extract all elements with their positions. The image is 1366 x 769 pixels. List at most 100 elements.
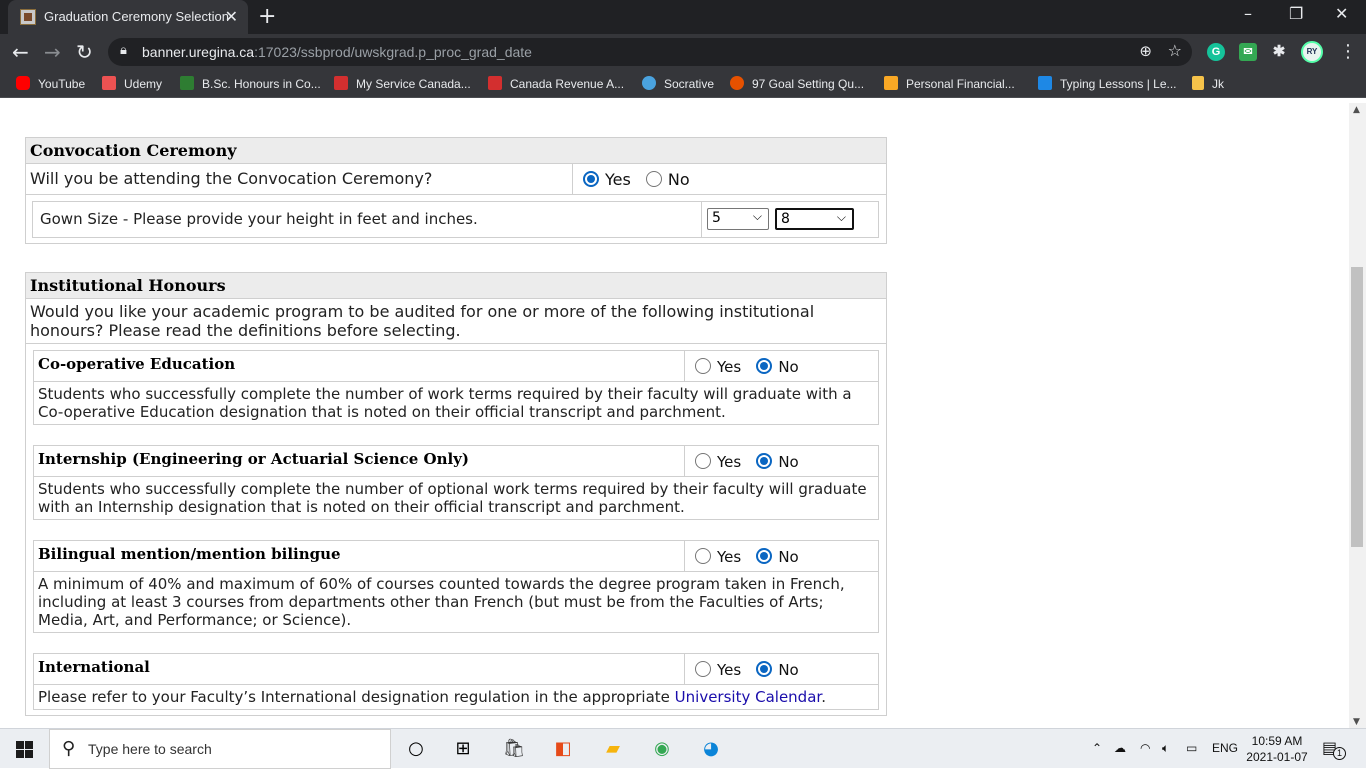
taskbar-search-box[interactable]: ⚲ Type here to search xyxy=(49,729,391,769)
file-explorer-icon[interactable]: ▰ xyxy=(601,737,625,761)
honour-bilingual-title: Bilingual mention/mention bilingue xyxy=(38,545,341,563)
edge-icon[interactable]: ◕ xyxy=(699,737,723,761)
bilingual-yes-label: Yes xyxy=(717,548,742,566)
store-icon[interactable]: 🛍︎ xyxy=(502,737,526,761)
bilingual-yes-radio[interactable] xyxy=(695,548,711,564)
system-clock[interactable]: 10:59 AM 2021-01-07 xyxy=(1244,733,1310,765)
mail-extension-icon[interactable]: ✉ xyxy=(1239,43,1257,61)
university-calendar-link[interactable]: University Calendar xyxy=(675,688,822,706)
search-icon: ⚲ xyxy=(62,738,76,759)
notification-center-icon[interactable]: ▤ 1 xyxy=(1322,738,1346,760)
gown-size-label: Gown Size - Please provide your height i… xyxy=(40,210,478,228)
wifi-icon[interactable]: ◠ xyxy=(1140,741,1150,755)
maple-leaf-icon xyxy=(334,76,348,90)
scroll-up-icon[interactable]: ▲ xyxy=(1353,105,1360,115)
office-icon[interactable]: ◧ xyxy=(551,737,575,761)
coop-no-radio[interactable] xyxy=(756,358,773,374)
reload-icon[interactable]: ↻ xyxy=(76,40,93,64)
bookmark-canada-revenue[interactable]: Canada Revenue A... xyxy=(488,76,624,91)
chrome-icon[interactable]: ◉ xyxy=(650,737,674,761)
language-indicator[interactable]: ENG xyxy=(1212,741,1238,755)
international-yes-label: Yes xyxy=(717,661,742,679)
back-arrow-icon[interactable]: ← xyxy=(12,40,29,64)
address-bar[interactable]: 🔒︎ banner.uregina.ca:17023/ssbprod/uwskg… xyxy=(108,38,1192,66)
honour-internship: Internship (Engineering or Actuarial Sci… xyxy=(33,445,879,520)
page-content: Convocation Ceremony Will you be attendi… xyxy=(0,103,1349,729)
attend-no-radio[interactable] xyxy=(645,171,662,187)
minimize-button[interactable]: – xyxy=(1244,4,1252,23)
attend-yes-radio[interactable] xyxy=(583,171,599,187)
grammarly-extension-icon[interactable]: G xyxy=(1207,43,1225,61)
lock-icon: 🔒︎ xyxy=(120,43,127,58)
attendance-row: Will you be attending the Convocation Ce… xyxy=(26,164,886,195)
new-tab-button[interactable]: + xyxy=(258,4,276,29)
bookmark-star-icon[interactable]: ☆ xyxy=(1168,41,1182,60)
close-window-button[interactable]: ✕ xyxy=(1335,4,1348,23)
windows-start-icon[interactable] xyxy=(16,741,33,758)
battery-icon[interactable]: ▭ xyxy=(1186,741,1197,755)
bookmarks-bar: YouTube Udemy B.Sc. Honours in Co... My … xyxy=(0,70,1366,98)
bookmark-my-service-canada[interactable]: My Service Canada... xyxy=(334,76,471,91)
internship-yes-label: Yes xyxy=(717,453,742,471)
honour-bilingual-description: A minimum of 40% and maximum of 60% of c… xyxy=(38,575,845,629)
bookmark-youtube[interactable]: YouTube xyxy=(16,76,85,91)
windows-taskbar: ⚲ Type here to search ○ ⊞ 🛍︎ ◧ ▰ ◉ ◕ ⌃ ☁… xyxy=(0,728,1366,769)
attend-yes-label: Yes xyxy=(605,170,631,189)
bilingual-no-radio[interactable] xyxy=(756,548,773,564)
honour-international: International Yes No Please refer to you… xyxy=(33,653,879,710)
bookmark-personal-financial[interactable]: Personal Financial... xyxy=(884,76,1015,91)
bookmark-bsc-honours[interactable]: B.Sc. Honours in Co... xyxy=(180,76,321,91)
onedrive-icon[interactable]: ☁ xyxy=(1114,741,1126,755)
tab-graduation-ceremony[interactable]: Graduation Ceremony Selection ✕ xyxy=(8,0,248,34)
attend-no-label: No xyxy=(667,170,690,189)
attendance-options: Yes No xyxy=(572,164,886,194)
target-icon xyxy=(730,76,744,90)
honours-intro: Would you like your academic program to … xyxy=(26,299,886,344)
task-view-icon[interactable]: ⊞ xyxy=(451,737,475,761)
height-feet-select[interactable]: 5 ⌵ xyxy=(707,208,769,230)
scroll-down-icon[interactable]: ▼ xyxy=(1353,717,1360,727)
scrollbar-thumb[interactable] xyxy=(1351,267,1363,547)
search-placeholder: Type here to search xyxy=(88,741,212,757)
profile-avatar[interactable]: RY xyxy=(1301,41,1323,63)
folder-icon xyxy=(1192,76,1204,90)
bookmark-socrative[interactable]: Socrative xyxy=(642,76,714,91)
zoom-icon[interactable]: ⊕ xyxy=(1139,42,1152,60)
forward-arrow-icon[interactable]: → xyxy=(44,40,61,64)
financial-icon xyxy=(884,76,898,90)
maximize-button[interactable]: ❐ xyxy=(1289,4,1303,23)
internship-yes-radio[interactable] xyxy=(695,453,711,469)
youtube-icon xyxy=(16,76,30,90)
volume-icon[interactable]: 🔈︎ xyxy=(1162,741,1169,756)
bookmark-goal-setting[interactable]: 97 Goal Setting Qu... xyxy=(730,76,864,91)
internship-no-radio[interactable] xyxy=(756,453,773,469)
honour-coop-description: Students who successfully complete the n… xyxy=(38,385,852,421)
browser-menu-icon[interactable]: ⋮ xyxy=(1339,41,1357,62)
bookmark-typing-lessons[interactable]: Typing Lessons | Le... xyxy=(1038,76,1177,91)
extensions-puzzle-icon[interactable]: ✱ xyxy=(1270,43,1288,61)
honour-bilingual: Bilingual mention/mention bilingue Yes N… xyxy=(33,540,879,633)
typing-icon xyxy=(1038,76,1052,90)
maple-leaf-icon xyxy=(488,76,502,90)
internship-no-label: No xyxy=(778,453,799,471)
tray-chevron-up-icon[interactable]: ⌃ xyxy=(1092,741,1102,755)
page-scrollbar[interactable]: ▲ ▼ xyxy=(1349,103,1366,729)
honours-heading: Institutional Honours xyxy=(26,273,886,299)
honour-coop-title: Co-operative Education xyxy=(38,355,236,373)
cortana-icon[interactable]: ○ xyxy=(404,737,428,761)
coop-yes-label: Yes xyxy=(717,358,742,376)
international-yes-radio[interactable] xyxy=(695,661,711,677)
chevron-down-icon: ⌵ xyxy=(752,209,762,223)
coop-yes-radio[interactable] xyxy=(695,358,711,374)
tab-close-icon[interactable]: ✕ xyxy=(225,7,238,26)
site-favicon-icon xyxy=(20,9,36,25)
bookmark-udemy[interactable]: Udemy xyxy=(102,76,162,91)
bookmark-folder-jk[interactable]: Jk xyxy=(1192,76,1224,91)
height-inches-select[interactable]: 8 ⌵ xyxy=(775,208,854,230)
international-no-radio[interactable] xyxy=(756,661,773,677)
socrative-icon xyxy=(642,76,656,90)
gown-size-divider xyxy=(701,202,702,237)
honour-coop: Co-operative Education Yes No Students w… xyxy=(33,350,879,425)
honour-international-title: International xyxy=(38,658,150,676)
honour-international-description: Please refer to your Faculty’s Internati… xyxy=(38,688,826,706)
